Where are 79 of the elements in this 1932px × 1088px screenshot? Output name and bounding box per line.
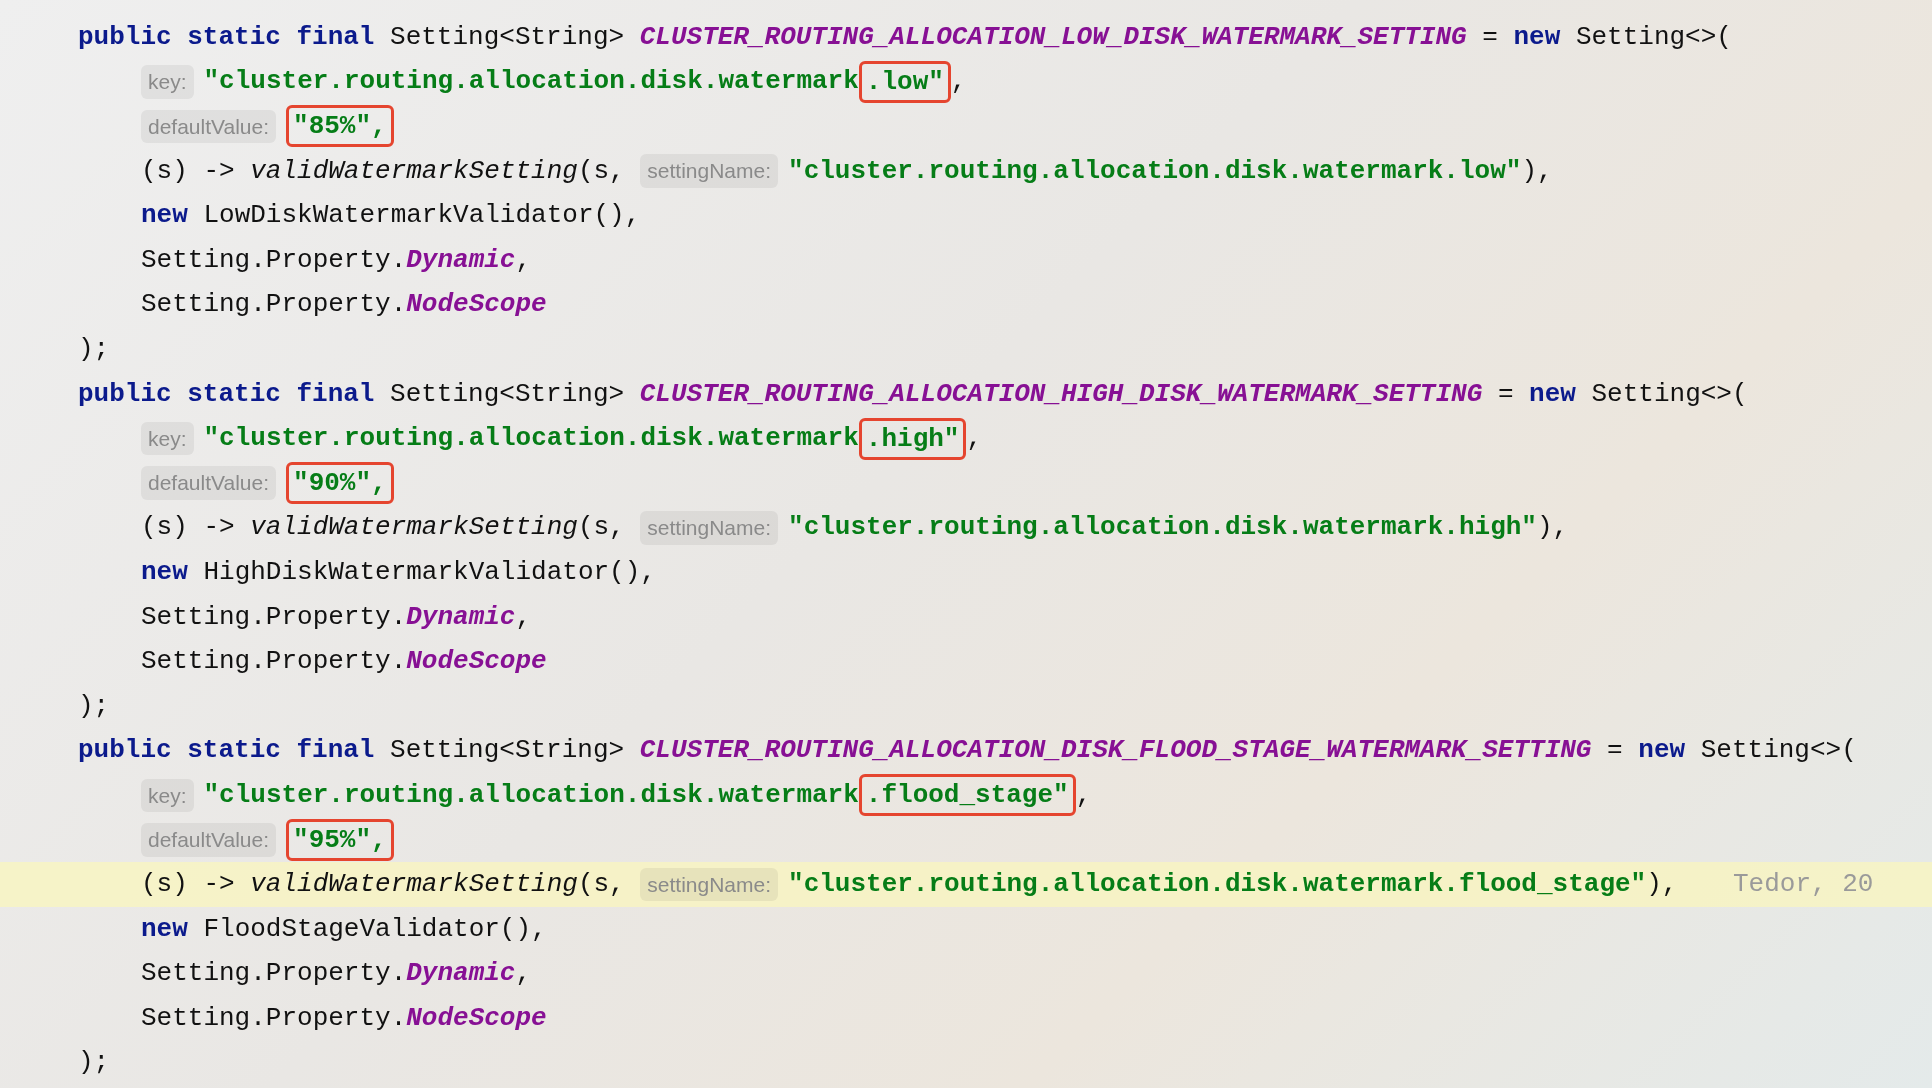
string-literal: "cluster.routing.allocation.disk.watermark.flood_stage" xyxy=(788,868,1647,902)
enum-constant: NodeScope xyxy=(406,288,547,322)
code-text: Setting.Property. xyxy=(141,645,407,679)
keyword: new xyxy=(1529,377,1576,411)
constant-name: CLUSTER_ROUTING_ALLOCATION_HIGH_DISK_WATERMARK_SETTING xyxy=(639,377,1483,411)
enum-constant: NodeScope xyxy=(406,1001,547,1035)
string-literal: "cluster.routing.allocation.disk.watermark xyxy=(203,65,859,99)
code-text: = xyxy=(1497,377,1514,411)
string-literal: "cluster.routing.allocation.disk.watermark xyxy=(203,422,859,456)
code-text: = xyxy=(1482,20,1498,54)
keyword: new xyxy=(141,912,188,946)
keyword: public static final xyxy=(78,20,375,54)
parameter-hint: defaultValue: xyxy=(141,823,277,857)
code-text: ); xyxy=(78,1046,110,1080)
code-text: (s, xyxy=(577,868,625,902)
code-text: Setting<>( xyxy=(1700,734,1857,768)
constant-name: CLUSTER_ROUTING_ALLOCATION_LOW_DISK_WATERMARK_SETTING xyxy=(639,20,1467,54)
code-text: Setting<>( xyxy=(1591,377,1748,411)
keyword: public static final xyxy=(78,734,375,768)
keyword: new xyxy=(1513,20,1561,54)
code-text: , xyxy=(966,422,983,456)
code-text: HighDiskWatermarkValidator(), xyxy=(203,555,656,589)
parameter-hint: defaultValue: xyxy=(141,466,277,500)
keyword: new xyxy=(141,199,188,233)
string-literal: "cluster.routing.allocation.disk.watermark.low" xyxy=(788,154,1522,188)
blame-annotation: Tedor, 20 xyxy=(1733,868,1874,902)
code-text: Setting.Property. xyxy=(141,957,407,991)
code-text: , xyxy=(515,957,532,991)
code-text: (s) -> xyxy=(141,511,235,545)
code-text: ); xyxy=(78,332,110,366)
code-text: LowDiskWatermarkValidator(), xyxy=(203,199,641,233)
code-text: , xyxy=(515,600,532,634)
parameter-hint: key: xyxy=(141,778,194,813)
code-text: ), xyxy=(1521,154,1553,188)
parameter-hint: key: xyxy=(141,421,194,456)
code-text: Setting<String> xyxy=(390,377,625,411)
highlighted-string-literal: .low" xyxy=(858,60,951,103)
code-text: = xyxy=(1607,734,1623,768)
code-text: Setting.Property. xyxy=(141,243,407,277)
enum-constant: Dynamic xyxy=(406,957,516,991)
keyword: public static final xyxy=(78,377,375,411)
code-text: ); xyxy=(78,689,110,723)
code-text: (s, xyxy=(577,154,625,188)
code-text: ), xyxy=(1646,868,1678,902)
code-text: , xyxy=(950,65,967,99)
code-text: Setting<>( xyxy=(1575,20,1732,54)
code-text: Setting.Property. xyxy=(141,1001,407,1035)
parameter-hint: key: xyxy=(141,65,194,99)
constant-name: CLUSTER_ROUTING_ALLOCATION_DISK_FLOOD_STAGE_WATERMARK_SETTING xyxy=(639,734,1592,768)
parameter-hint: settingName: xyxy=(640,154,779,188)
highlighted-string-literal: "90%", xyxy=(286,462,394,505)
code-text: Setting.Property. xyxy=(141,288,407,322)
enum-constant: NodeScope xyxy=(406,645,547,679)
code-text: , xyxy=(1075,778,1092,812)
code-text: (s, xyxy=(577,511,625,545)
highlighted-string-literal: .high" xyxy=(858,417,967,460)
method-call: validWatermarkSetting xyxy=(250,154,578,188)
enum-constant: Dynamic xyxy=(406,243,516,277)
code-text: , xyxy=(515,243,532,277)
code-text: (s) -> xyxy=(141,154,235,188)
parameter-hint: settingName: xyxy=(640,867,779,902)
code-text: Setting<String> xyxy=(390,734,625,768)
code-text: (s) -> xyxy=(141,868,235,902)
code-text: Setting<String> xyxy=(390,20,625,54)
parameter-hint: defaultValue: xyxy=(141,109,277,144)
enum-constant: Dynamic xyxy=(406,600,516,634)
parameter-hint: settingName: xyxy=(640,511,779,545)
method-call: validWatermarkSetting xyxy=(250,511,578,545)
string-literal: "cluster.routing.allocation.disk.watermark.high" xyxy=(788,511,1537,545)
keyword: new xyxy=(1638,734,1686,768)
highlighted-string-literal: "85%", xyxy=(286,105,394,148)
code-text: ), xyxy=(1536,511,1569,545)
highlighted-string-literal: "95%", xyxy=(286,819,394,861)
code-text: FloodStageValidator(), xyxy=(203,912,547,946)
keyword: new xyxy=(141,555,188,589)
string-literal: "cluster.routing.allocation.disk.watermark xyxy=(203,778,859,812)
highlighted-string-literal: .flood_stage" xyxy=(858,774,1076,817)
method-call: validWatermarkSetting xyxy=(250,868,578,902)
code-text: Setting.Property. xyxy=(141,600,407,634)
